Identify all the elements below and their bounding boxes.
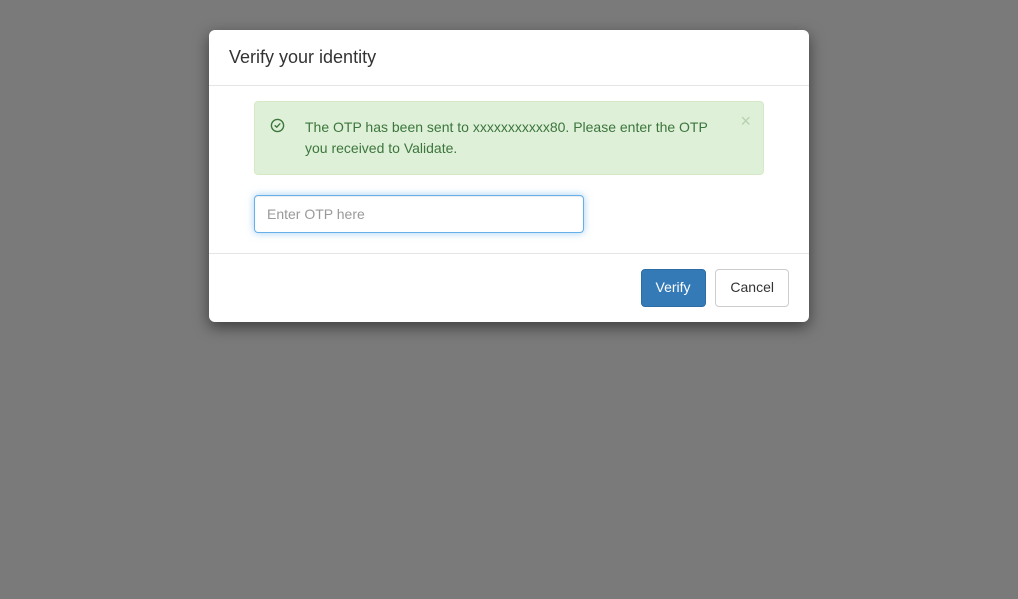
- cancel-button[interactable]: Cancel: [715, 269, 789, 307]
- otp-verify-modal: Verify your identity The OTP has been se…: [209, 30, 809, 322]
- modal-title: Verify your identity: [229, 45, 789, 70]
- otp-input[interactable]: [254, 195, 584, 233]
- modal-body: The OTP has been sent to xxxxxxxxxxx80. …: [209, 86, 809, 254]
- alert-message: The OTP has been sent to xxxxxxxxxxx80. …: [305, 117, 728, 159]
- modal-footer: Verify Cancel: [209, 254, 809, 322]
- alert-close-button[interactable]: ×: [740, 112, 751, 130]
- modal-header: Verify your identity: [209, 30, 809, 86]
- verify-button[interactable]: Verify: [641, 269, 706, 307]
- close-icon: ×: [740, 111, 751, 131]
- check-circle-icon: [270, 117, 285, 136]
- success-alert: The OTP has been sent to xxxxxxxxxxx80. …: [254, 101, 764, 175]
